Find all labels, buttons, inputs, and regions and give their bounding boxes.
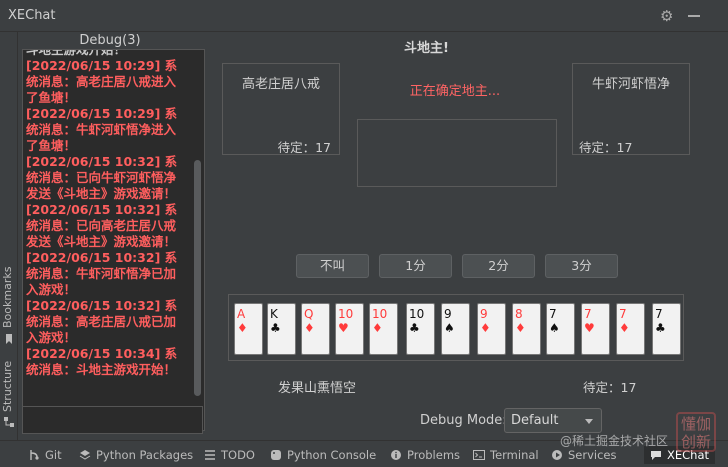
- player-hand: A ♦ K ♣ Q ♦ 10 ♥ 10 ♦ 10 ♣ 9 ♠ 9 ♦ 8 ♦ 7 ♠ 7 ♥ 7 ♦ 7 ♣: [228, 294, 684, 361]
- right-player-box: 牛虾河虾悟净 待定：17: [572, 63, 690, 155]
- card-suit-icon: ♦: [619, 321, 630, 335]
- bookmark-icon: [6, 334, 12, 344]
- debug-mode-label: Debug Mode:: [420, 413, 507, 428]
- play-icon: [552, 450, 562, 460]
- tool-tab-python-console[interactable]: Python Console: [270, 446, 376, 464]
- bookmarks-tab[interactable]: Bookmarks: [1, 266, 17, 358]
- tool-tab-python-packages[interactable]: Python Packages: [79, 446, 193, 464]
- playing-card[interactable]: 10 ♥: [335, 303, 364, 355]
- card-suit-icon: ♥: [584, 321, 595, 335]
- tool-tab-problems[interactable]: Problems: [390, 446, 460, 464]
- playing-card[interactable]: 7 ♠: [546, 303, 575, 355]
- playing-card[interactable]: 9 ♦: [477, 303, 506, 355]
- tool-tab-label: Python Console: [287, 448, 377, 462]
- card-suit-icon: ♠: [549, 321, 560, 335]
- left-player-status: 待定：17: [277, 140, 331, 155]
- tool-tab-label: Terminal: [490, 448, 539, 462]
- right-player-status: 待定：17: [579, 140, 633, 155]
- structure-icon: [4, 417, 14, 427]
- watermark-text: @稀土掘金技术社区: [560, 434, 669, 448]
- tool-window-header: XEChat ⚙: [0, 0, 728, 32]
- debug-log[interactable]: 斗地主游戏开始！ [2022/06/15 10:29] 系统消息：高老庄居八戒进…: [22, 49, 205, 431]
- card-rank: 7: [619, 307, 627, 321]
- playing-card[interactable]: K ♣: [267, 303, 296, 355]
- card-suit-icon: ♣: [270, 321, 281, 335]
- bid-pass-button[interactable]: 不叫: [296, 254, 369, 278]
- playing-card[interactable]: 10 ♦: [369, 303, 398, 355]
- playing-card[interactable]: 7 ♣: [652, 303, 681, 355]
- gear-icon[interactable]: ⚙: [660, 8, 676, 24]
- card-rank: 10: [372, 307, 388, 321]
- debug-panel-title: Debug(3): [79, 33, 141, 48]
- card-rank: 10: [409, 307, 425, 321]
- card-suit-icon: ♠: [444, 321, 455, 335]
- card-rank: K: [270, 307, 278, 321]
- debug-panel: Debug(3) 斗地主游戏开始！ [2022/06/15 10:29] 系统消…: [20, 32, 208, 440]
- card-suit-icon: ♣: [655, 321, 666, 335]
- list-icon: [205, 450, 215, 460]
- card-suit-icon: ♦: [304, 321, 315, 335]
- tool-tab-label: TODO: [221, 448, 255, 462]
- structure-tab[interactable]: Structure: [1, 360, 17, 440]
- debug-log-scrollbar[interactable]: [194, 160, 201, 396]
- window-title: XEChat: [8, 8, 56, 23]
- card-rank: 8: [515, 307, 523, 321]
- bookmarks-tab-label: Bookmarks: [1, 266, 14, 328]
- tool-tab-todo[interactable]: TODO: [204, 446, 255, 464]
- card-suit-icon: ♦: [237, 321, 248, 335]
- tool-tab-label: Git: [45, 448, 62, 462]
- branch-icon: [30, 450, 39, 460]
- terminal-icon: [473, 450, 485, 460]
- debug-log-text: 斗地主游戏开始！ [2022/06/15 10:29] 系统消息：高老庄居八戒进…: [26, 49, 188, 378]
- python-icon: [271, 450, 281, 460]
- layers-icon: [79, 450, 91, 460]
- playing-card[interactable]: 9 ♠: [441, 303, 470, 355]
- card-rank: 7: [655, 307, 663, 321]
- chevron-down-icon: [585, 419, 593, 424]
- tool-tab-label: Problems: [407, 448, 461, 462]
- card-rank: 9: [444, 307, 452, 321]
- card-suit-icon: ♣: [409, 321, 420, 335]
- bid-3-button[interactable]: 3分: [545, 254, 618, 278]
- tool-tab-git[interactable]: Git: [28, 446, 62, 464]
- watermark-stamp: 懂伽 创新: [676, 412, 716, 452]
- playing-card[interactable]: 7 ♥: [581, 303, 610, 355]
- card-suit-icon: ♦: [480, 321, 491, 335]
- card-suit-icon: ♦: [372, 321, 383, 335]
- left-tool-stripe: Bookmarks Structure: [0, 32, 18, 440]
- card-rank: 10: [338, 307, 354, 321]
- card-suit-icon: ♥: [338, 321, 349, 335]
- playing-card[interactable]: A ♦: [234, 303, 263, 355]
- game-title: 斗地主!: [404, 41, 449, 56]
- played-cards-area: [357, 119, 557, 187]
- card-rank: 7: [584, 307, 592, 321]
- debug-log-first-line: 斗地主游戏开始！: [26, 49, 127, 57]
- playing-card[interactable]: Q ♦: [301, 303, 330, 355]
- left-player-box: 高老庄居八戒 待定：17: [222, 63, 340, 155]
- card-rank: Q: [304, 307, 314, 321]
- playing-card[interactable]: 8 ♦: [512, 303, 541, 355]
- playing-card[interactable]: 7 ♦: [616, 303, 645, 355]
- debug-input[interactable]: [22, 406, 203, 434]
- bid-1-button[interactable]: 1分: [379, 254, 452, 278]
- card-rank: 9: [480, 307, 488, 321]
- minimize-icon[interactable]: [688, 15, 700, 17]
- card-suit-icon: ♦: [515, 321, 526, 335]
- chat-icon: [651, 451, 661, 460]
- my-player-status: 待定：17: [583, 380, 637, 395]
- debug-mode-value: Default: [511, 413, 559, 428]
- info-icon: [391, 450, 401, 460]
- tool-tab-terminal[interactable]: Terminal: [473, 446, 539, 464]
- tool-tab-label: Python Packages: [96, 448, 194, 462]
- playing-card[interactable]: 10 ♣: [406, 303, 435, 355]
- debug-mode-select[interactable]: Default: [504, 408, 602, 433]
- card-rank: 7: [549, 307, 557, 321]
- tool-tab-label: Services: [568, 448, 617, 462]
- status-message: 正在确定地主...: [409, 84, 501, 99]
- structure-tab-label: Structure: [1, 360, 14, 412]
- bid-2-button[interactable]: 2分: [462, 254, 535, 278]
- my-player-name: 发果山熏悟空: [278, 381, 357, 396]
- card-rank: A: [237, 307, 246, 321]
- debug-log-messages: [2022/06/15 10:29] 系统消息：高老庄居八戒进入了鱼塘！ [20…: [26, 58, 178, 377]
